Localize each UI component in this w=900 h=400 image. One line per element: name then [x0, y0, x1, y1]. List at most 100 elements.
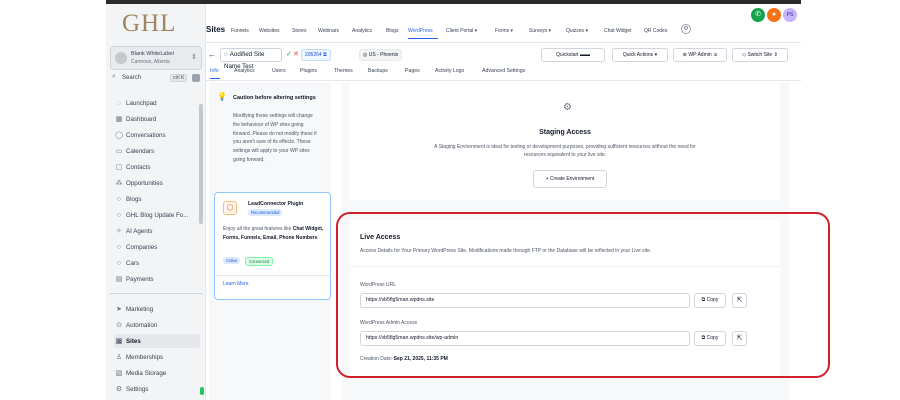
wp-admin-label: WP Admin	[688, 52, 712, 58]
topnav-forms[interactable]: Forms ▾	[495, 28, 513, 34]
site-id-badge[interactable]: 205264 ⧉	[301, 49, 331, 61]
tab-pages[interactable]: Pages	[405, 68, 420, 74]
sidebar-search[interactable]: ⌕ Search ctrl K	[110, 73, 202, 85]
tab-advanced-settings[interactable]: Advanced Settings	[482, 68, 525, 74]
tab-themes[interactable]: Themes	[334, 68, 353, 74]
brand-logo[interactable]: GHL	[122, 10, 176, 38]
status-badge-active: Active	[223, 257, 241, 264]
info-side-panel: 💡 Caution before altering settings Modif…	[209, 82, 331, 400]
site-name-input[interactable]: ○ Aodified Site Name Test	[220, 48, 282, 70]
sidebar-item-label: Dashboard	[126, 115, 157, 123]
topnav-funnels[interactable]: Funnels	[231, 28, 249, 34]
close-icon[interactable]: ✕	[293, 50, 299, 58]
topnav-blogs[interactable]: Blogs	[386, 28, 399, 34]
sparkle-icon: ✧	[116, 228, 122, 235]
wp-admin-button[interactable]: ⊕ WP Admin ⇲	[673, 48, 727, 62]
topnav-stores[interactable]: Stores	[292, 28, 306, 34]
sidebar-item-label: Opportunities	[126, 179, 163, 187]
sidebar-item-contacts[interactable]: ▢ Contacts	[114, 160, 200, 174]
sidebar-item-automation[interactable]: ⊙ Automation	[114, 318, 200, 332]
status-indicator	[200, 387, 204, 395]
topnav-client-portal[interactable]: Client Portal ▾	[446, 28, 477, 34]
copy-url-button[interactable]: ⧉ Copy	[694, 293, 726, 308]
topnav-qr-codes[interactable]: QR Codes	[644, 28, 667, 34]
live-access-title: Live Access	[360, 234, 401, 241]
chat-icon: ◯	[115, 132, 123, 139]
topnav-chat-widget[interactable]: Chat Widget	[604, 28, 632, 34]
avatar[interactable]: PS	[783, 8, 797, 22]
create-environment-button[interactable]: + Create Environment	[533, 170, 607, 188]
sidebar-item-ghl-blog[interactable]: ○ GHL Blog Update Fo...	[114, 208, 200, 222]
sidebar-item-dashboard[interactable]: ▦ Dashboard	[114, 112, 200, 126]
account-switcher[interactable]: Blank WhiteLabel Camrose, Alberta ⇕	[110, 46, 202, 70]
sidebar-item-sites[interactable]: ▣ Sites	[114, 334, 200, 348]
sidebar-item-label: Launchpad	[126, 99, 157, 107]
quick-actions-label: Quick Actions	[622, 52, 654, 58]
topnav-wordpress[interactable]: WordPress	[408, 28, 433, 34]
tab-backups[interactable]: Backups	[368, 68, 388, 74]
gear-icon[interactable]: ⚙	[681, 24, 691, 34]
sidebar-item-label: Automation	[126, 321, 158, 329]
switch-site-button[interactable]: ◇ Switch Site ⇕	[732, 48, 788, 62]
confirm-icon[interactable]: ✓	[286, 50, 292, 58]
external-link-icon[interactable]: ⇱	[732, 293, 747, 308]
wordpress-url-field[interactable]: https://vb5flg5man.wpdns.site	[360, 293, 690, 308]
tab-plugins[interactable]: Plugins	[300, 68, 317, 74]
topnav-surveys[interactable]: Surveys ▾	[529, 28, 551, 34]
wordpress-admin-field[interactable]: https://vb5flg5man.wpdns.site/wp-admin	[360, 331, 690, 346]
automation-icon: ⊙	[116, 322, 122, 329]
topnav-quizzes[interactable]: Quizzes ▾	[566, 28, 588, 34]
account-name: Blank WhiteLabel	[131, 51, 174, 57]
sidebar-item-label: Media Storage	[126, 369, 167, 377]
contacts-icon: ▢	[115, 164, 123, 171]
sites-icon: ▣	[115, 338, 123, 345]
tab-activity-logs[interactable]: Activity Logs	[435, 68, 464, 74]
sidebar-item-label: Payments	[126, 275, 154, 283]
sidebar-item-cars[interactable]: ○ Cars	[114, 256, 200, 270]
creation-prefix: Creation Date:	[360, 356, 394, 362]
account-location: Camrose, Alberta	[131, 59, 170, 65]
top-strip	[106, 0, 801, 4]
topnav-webinars[interactable]: Webinars	[318, 28, 339, 34]
quick-actions-button[interactable]: Quick Actions ▾	[612, 48, 668, 62]
learn-more-link[interactable]: Learn More	[223, 281, 249, 287]
topnav-analytics[interactable]: Analytics	[352, 28, 372, 34]
sidebar-item-ai-agents[interactable]: ✧ AI Agents	[114, 224, 200, 238]
external-link-icon[interactable]: ⇱	[732, 331, 747, 346]
sidebar-item-companies[interactable]: ○ Companies	[114, 240, 200, 254]
back-arrow-icon[interactable]: ←	[208, 50, 216, 59]
tab-users[interactable]: Users	[272, 68, 286, 74]
sidebar-item-marketing[interactable]: ➤ Marketing	[114, 302, 200, 316]
search-label: Search	[122, 75, 142, 81]
live-access-card: Live Access Access Details for Your Prim…	[350, 220, 780, 377]
sidebar-item-settings[interactable]: ⚙ Settings	[114, 382, 200, 396]
main-panel: ⚙ Staging Access A Staging Environment i…	[342, 82, 789, 400]
sidebar-item-label: Contacts	[126, 163, 151, 171]
sidebar-item-opportunities[interactable]: ⁂ Opportunities	[114, 176, 200, 190]
payments-icon: ▤	[115, 276, 123, 283]
live-card-divider	[350, 266, 780, 267]
tab-info[interactable]: Info	[210, 68, 219, 74]
sidebar-item-memberships[interactable]: ♙ Memberships	[114, 350, 200, 364]
bell-icon[interactable]: ●	[767, 8, 781, 22]
staging-title: Staging Access	[539, 129, 591, 136]
staging-access-card: ⚙ Staging Access A Staging Environment i…	[350, 82, 780, 200]
sidebar-item-blogs[interactable]: ○ Blogs	[114, 192, 200, 206]
quickstart-button[interactable]: Quickstart ▬▬	[541, 48, 605, 62]
phone-icon[interactable]: ✆	[751, 8, 765, 22]
copy-admin-button[interactable]: ⧉ Copy	[694, 331, 726, 346]
topnav-websites[interactable]: Websites	[259, 28, 279, 34]
sidebar-item-calendars[interactable]: ▭ Calendars	[114, 144, 200, 158]
bolt-icon[interactable]	[192, 74, 200, 82]
sidebar-item-launchpad[interactable]: ◌ Launchpad	[114, 96, 200, 110]
sidebar-item-label: Calendars	[126, 147, 155, 155]
sidebar-item-conversations[interactable]: ◯ Conversations	[114, 128, 200, 142]
sidebar-item-payments[interactable]: ▤ Payments	[114, 272, 200, 286]
sidebar-scrollbar[interactable]	[199, 104, 203, 224]
sidebar-item-media-storage[interactable]: ▧ Media Storage	[114, 366, 200, 380]
tab-analytics[interactable]: Analytics	[234, 68, 255, 74]
sidebar-item-label: Cars	[126, 259, 140, 267]
plugin-desc-prefix: Enjoy all the great features like	[223, 226, 293, 232]
sidebar-item-label: Companies	[126, 243, 158, 251]
blank-icon: ○	[116, 243, 122, 251]
